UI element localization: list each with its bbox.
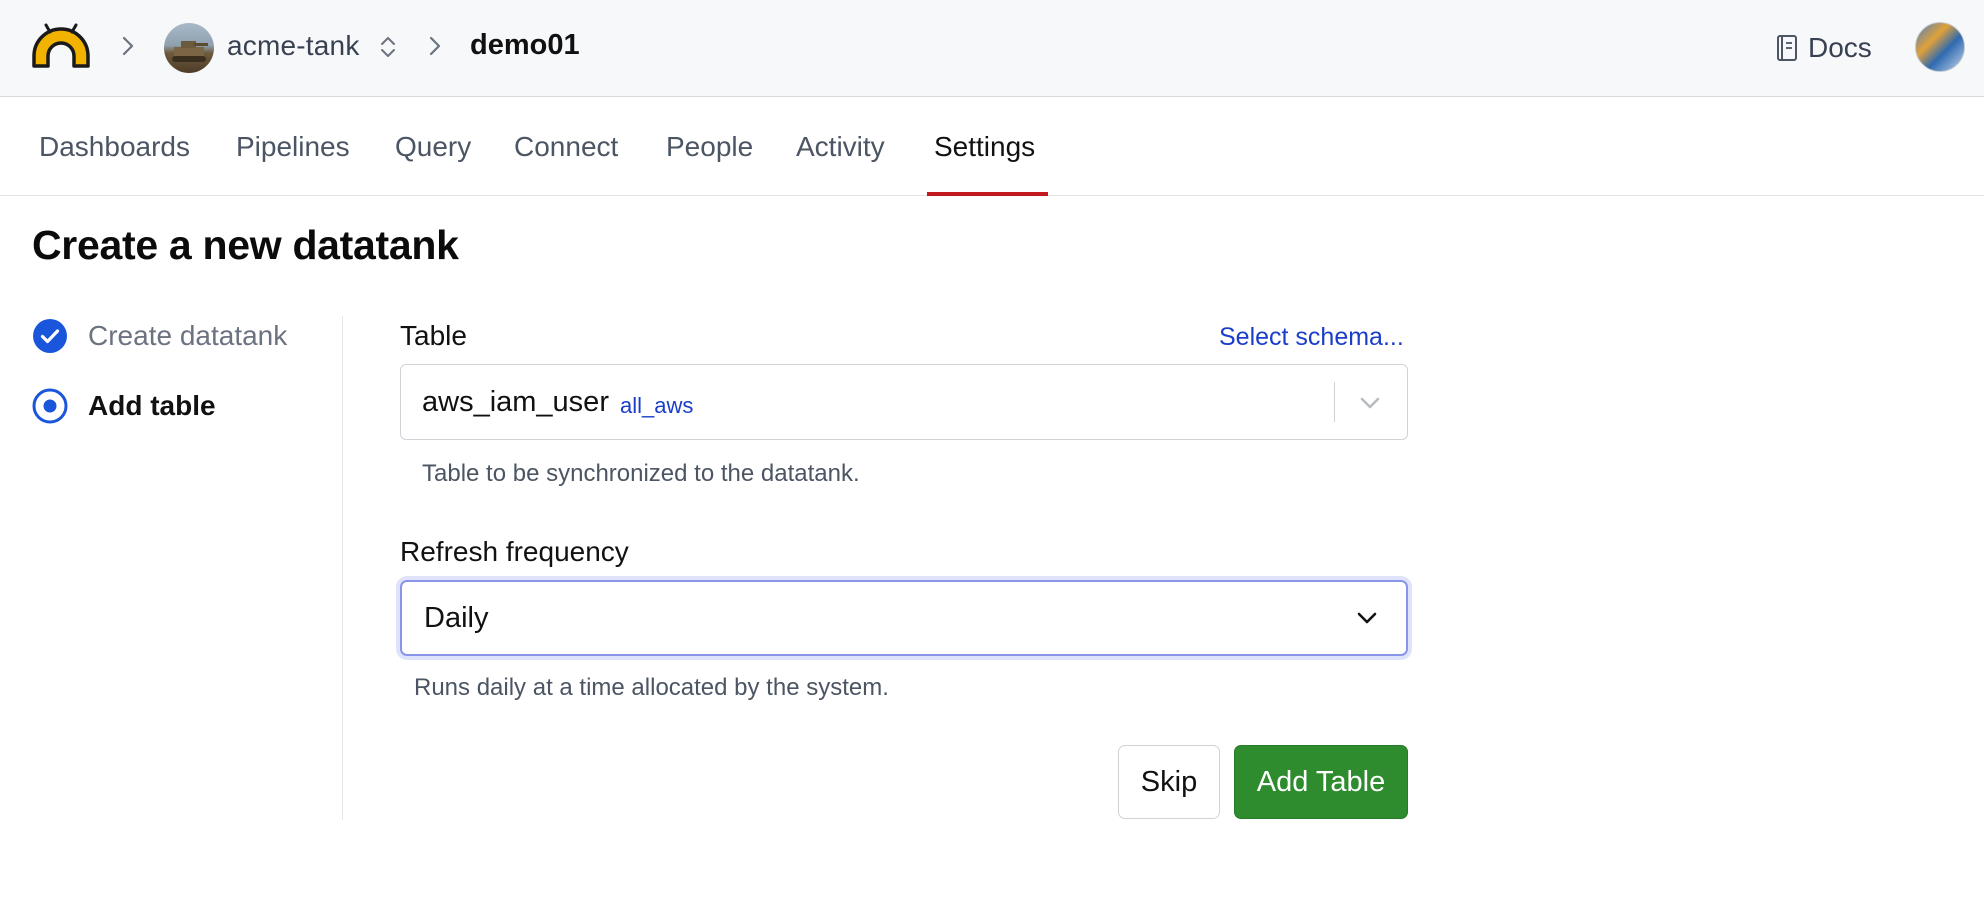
page-title: Create a new datatank (32, 222, 459, 268)
step-create-datatank[interactable]: Create datatank (32, 318, 287, 354)
breadcrumb-chevron-icon (429, 36, 441, 56)
refresh-frequency-select[interactable]: Daily (400, 580, 1408, 656)
docs-link[interactable]: Docs (1776, 30, 1872, 66)
tank-image-icon (172, 41, 208, 62)
refresh-frequency-value: Daily (424, 602, 489, 634)
select-separator (1334, 382, 1335, 422)
org-name[interactable]: acme-tank (227, 30, 360, 62)
top-bar: acme-tank demo01 Docs (0, 0, 1984, 97)
main-tabs: Dashboards Pipelines Query Connect Peopl… (0, 97, 1984, 196)
docs-label: Docs (1808, 32, 1872, 63)
table-help-text: Table to be synchronized to the datatank… (422, 460, 860, 487)
current-step-icon (32, 388, 68, 424)
chevron-down-icon (1357, 612, 1377, 624)
skip-button[interactable]: Skip (1118, 745, 1220, 819)
tab-pipelines[interactable]: Pipelines (236, 97, 350, 196)
org-switcher-icon[interactable] (377, 33, 399, 61)
chevron-down-icon[interactable] (1356, 391, 1384, 415)
user-avatar[interactable] (1915, 22, 1965, 72)
refresh-frequency-label: Refresh frequency (400, 536, 629, 567)
step-label: Create datatank (88, 320, 288, 351)
tab-query[interactable]: Query (395, 97, 471, 196)
breadcrumb-chevron-icon (122, 36, 134, 56)
tab-activity[interactable]: Activity (796, 97, 885, 196)
org-avatar[interactable] (164, 23, 214, 73)
steps-divider (342, 316, 343, 820)
tab-connect[interactable]: Connect (514, 97, 618, 196)
step-label: Add table (88, 390, 216, 421)
logo-icon[interactable] (30, 22, 92, 68)
table-label: Table (400, 320, 467, 351)
project-name[interactable]: demo01 (470, 29, 580, 62)
step-add-table[interactable]: Add table (32, 388, 216, 424)
active-tab-indicator (927, 192, 1048, 196)
select-schema-link[interactable]: Select schema... (1219, 323, 1404, 352)
tab-settings[interactable]: Settings (934, 97, 1035, 196)
tab-dashboards[interactable]: Dashboards (39, 97, 190, 196)
refresh-help-text: Runs daily at a time allocated by the sy… (414, 674, 889, 701)
check-circle-icon (33, 319, 67, 353)
table-select-value: aws_iam_user (422, 386, 609, 418)
table-select[interactable]: aws_iam_user all_aws (400, 364, 1408, 440)
tab-people[interactable]: People (666, 97, 753, 196)
table-schema-badge: all_aws (620, 393, 694, 418)
book-icon (1777, 35, 1797, 61)
add-table-button[interactable]: Add Table (1234, 745, 1408, 819)
